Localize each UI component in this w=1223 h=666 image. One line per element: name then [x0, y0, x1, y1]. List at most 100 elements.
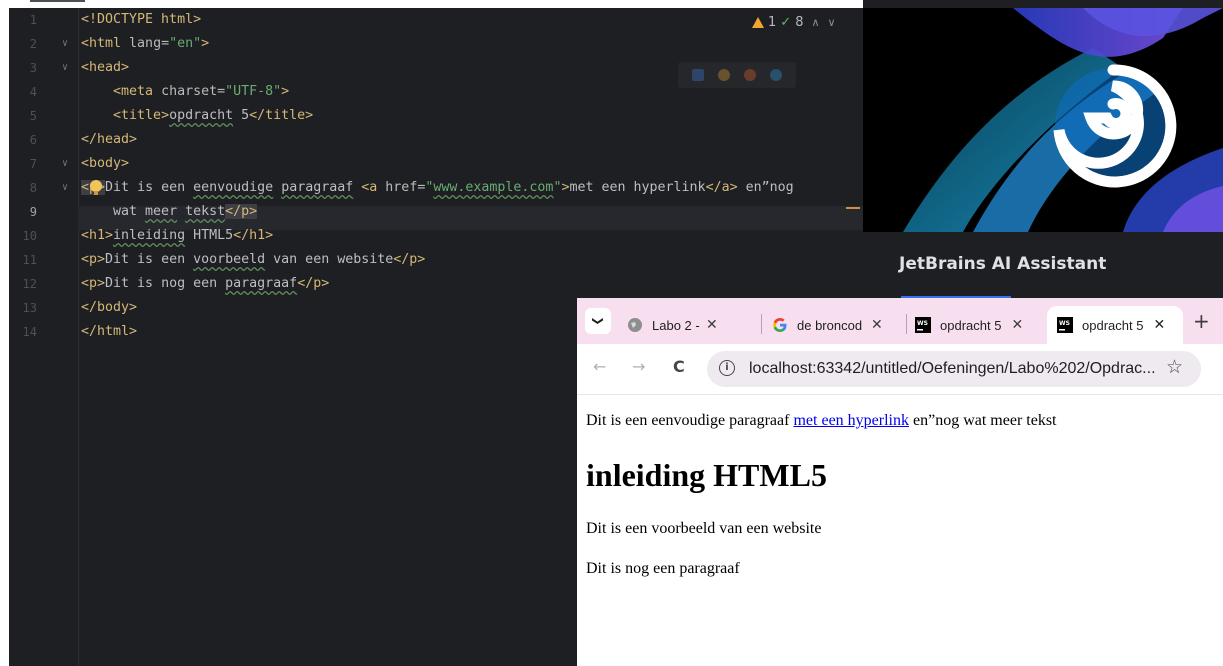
fold-toggle[interactable]: ∨	[62, 152, 68, 176]
error-stripe-mark	[846, 207, 860, 209]
code-token: </p>	[225, 204, 258, 219]
line-number-active: 9	[29, 205, 37, 219]
code-token: </title>	[249, 108, 314, 123]
edge-icon[interactable]	[770, 69, 782, 81]
code-line-14[interactable]: </html>	[81, 320, 137, 344]
url-text[interactable]: localhost:63342/untitled/Oefeningen/Labo…	[749, 360, 1156, 378]
ai-assistant-banner	[863, 8, 1223, 232]
code-token: href=	[385, 180, 426, 195]
code-token: inleiding	[113, 228, 186, 243]
code-token: Dit is een	[105, 180, 194, 195]
ai-assistant-title: JetBrains AI Assistant	[899, 254, 1107, 274]
close-tab-icon[interactable]: ✕	[871, 317, 883, 333]
ok-count: 8	[795, 14, 804, 30]
fold-toggle[interactable]: ∨	[62, 56, 68, 80]
code-token: "en"	[169, 36, 202, 51]
paragraph-3: Dit is nog een paragraaf	[586, 560, 740, 577]
fold-toggle[interactable]: ∨	[62, 176, 68, 200]
chrome-browser-window: ❯ Labo 2 - HT ✕ de broncod ✕ WS opdracht…	[577, 298, 1223, 666]
code-line-2[interactable]: <html lang="en">	[81, 32, 209, 56]
code-token: HTML5	[185, 228, 234, 243]
code-line-5[interactable]: <title>opdracht 5</title>	[81, 104, 313, 128]
globe-icon	[627, 317, 643, 333]
code-token: <title>	[113, 108, 170, 123]
hyperlink[interactable]: met een hyperlink	[793, 412, 909, 429]
code-token: <p>	[81, 276, 106, 291]
close-tab-icon[interactable]: ✕	[1153, 317, 1165, 333]
chevron-down-icon: ❯	[592, 316, 605, 326]
address-bar[interactable]: i localhost:63342/untitled/Oefeningen/La…	[707, 351, 1201, 387]
bookmark-star-icon[interactable]: ☆	[1166, 356, 1183, 378]
code-token: <body>	[81, 156, 130, 171]
code-token: en”nog	[737, 180, 794, 195]
line-number: 8	[29, 181, 37, 195]
line-number: 12	[22, 277, 37, 291]
tab-opdracht5[interactable]: WS opdracht 5 ✕	[915, 306, 1045, 344]
tab-search-button[interactable]: ❯	[585, 308, 611, 334]
code-line-9[interactable]: wat meer tekst</p>	[81, 200, 258, 224]
tab-opdracht5-active[interactable]: WS opdracht 5 ✕	[1047, 306, 1183, 344]
code-token: <head>	[81, 60, 130, 75]
code-token: charset=	[161, 84, 226, 99]
browser-toolbar: ← → C i localhost:63342/untitled/Oefenin…	[577, 344, 1223, 395]
paragraph-text: Dit is een eenvoudige paragraaf	[586, 412, 794, 429]
code-line-8[interactable]: <p>Dit is een eenvoudige paragraaf <a hr…	[81, 176, 794, 200]
tab-title: opdracht 5	[1082, 317, 1144, 333]
warning-count: 1	[768, 14, 777, 30]
code-token: paragraaf	[225, 276, 298, 291]
editor-top-strip	[0, 0, 863, 8]
code-token: </a>	[705, 180, 738, 195]
intention-bulb-icon[interactable]	[90, 180, 102, 195]
paragraph-1: Dit is een eenvoudige paragraaf met een …	[586, 412, 1056, 430]
close-tab-icon[interactable]: ✕	[1011, 317, 1023, 333]
new-tab-button[interactable]: +	[1193, 306, 1210, 336]
code-token: paragraaf	[281, 180, 354, 195]
code-token: >	[201, 36, 210, 51]
code-line-4[interactable]: <meta charset="UTF-8">	[81, 80, 289, 104]
code-token: </head>	[81, 132, 138, 147]
tab-labo2[interactable]: Labo 2 - HT ✕	[627, 306, 757, 344]
code-line-13[interactable]: </body>	[81, 296, 137, 320]
code-line-1[interactable]: <!DOCTYPE html>	[81, 8, 201, 32]
tab-separator	[906, 314, 907, 334]
code-token: voorbeeld	[193, 252, 266, 267]
close-tab-icon[interactable]: ✕	[706, 317, 718, 333]
code-line-6[interactable]: </head>	[81, 128, 137, 152]
fold-toggle[interactable]: ∨	[62, 32, 68, 56]
back-arrow-icon[interactable]: ←	[593, 357, 606, 376]
builtin-preview-icon[interactable]	[692, 69, 704, 81]
code-line-12[interactable]: <p>Dit is nog een paragraaf</p>	[81, 272, 329, 296]
code-token: <a	[361, 180, 386, 195]
firefox-icon[interactable]	[744, 69, 756, 81]
code-token: van een website	[265, 252, 394, 267]
webstorm-icon: WS	[915, 317, 931, 333]
code-token: meer	[145, 204, 178, 219]
previous-problem-icon[interactable]: ∧	[811, 16, 819, 29]
tab-title: Labo 2 - HT	[652, 317, 700, 333]
code-token: wat	[81, 204, 146, 219]
forward-arrow-icon[interactable]: →	[632, 357, 645, 376]
code-token: 5	[233, 108, 250, 123]
line-number: 2	[29, 37, 37, 51]
tab-separator	[761, 314, 762, 334]
ai-assistant-panel: JetBrains AI Assistant	[863, 0, 1223, 300]
tab-google[interactable]: de broncod ✕	[772, 306, 902, 344]
site-info-icon[interactable]: i	[719, 360, 735, 376]
code-token: </h1>	[233, 228, 274, 243]
code-line-7[interactable]: <body>	[81, 152, 129, 176]
code-token: lang=	[129, 36, 170, 51]
line-number: 11	[22, 253, 37, 267]
code-token: <html	[81, 36, 130, 51]
code-line-10[interactable]: <h1>inleiding HTML5</h1>	[81, 224, 273, 248]
ai-assistant-logo-art	[903, 8, 1223, 232]
next-problem-icon[interactable]: ∨	[828, 16, 836, 29]
code-line-3[interactable]: <head>	[81, 56, 129, 80]
reload-icon[interactable]: C	[673, 357, 685, 376]
code-line-11[interactable]: <p>Dit is een voorbeeld van een website<…	[81, 248, 425, 272]
chrome-icon[interactable]	[718, 69, 730, 81]
line-number: 6	[29, 133, 37, 147]
tab-strip: ❯ Labo 2 - HT ✕ de broncod ✕ WS opdracht…	[577, 298, 1223, 344]
inspection-widget[interactable]: 1 ✓ 8 ∧ ∨	[752, 12, 836, 32]
code-token: "UTF-8"	[225, 84, 282, 99]
check-icon: ✓	[780, 14, 792, 30]
